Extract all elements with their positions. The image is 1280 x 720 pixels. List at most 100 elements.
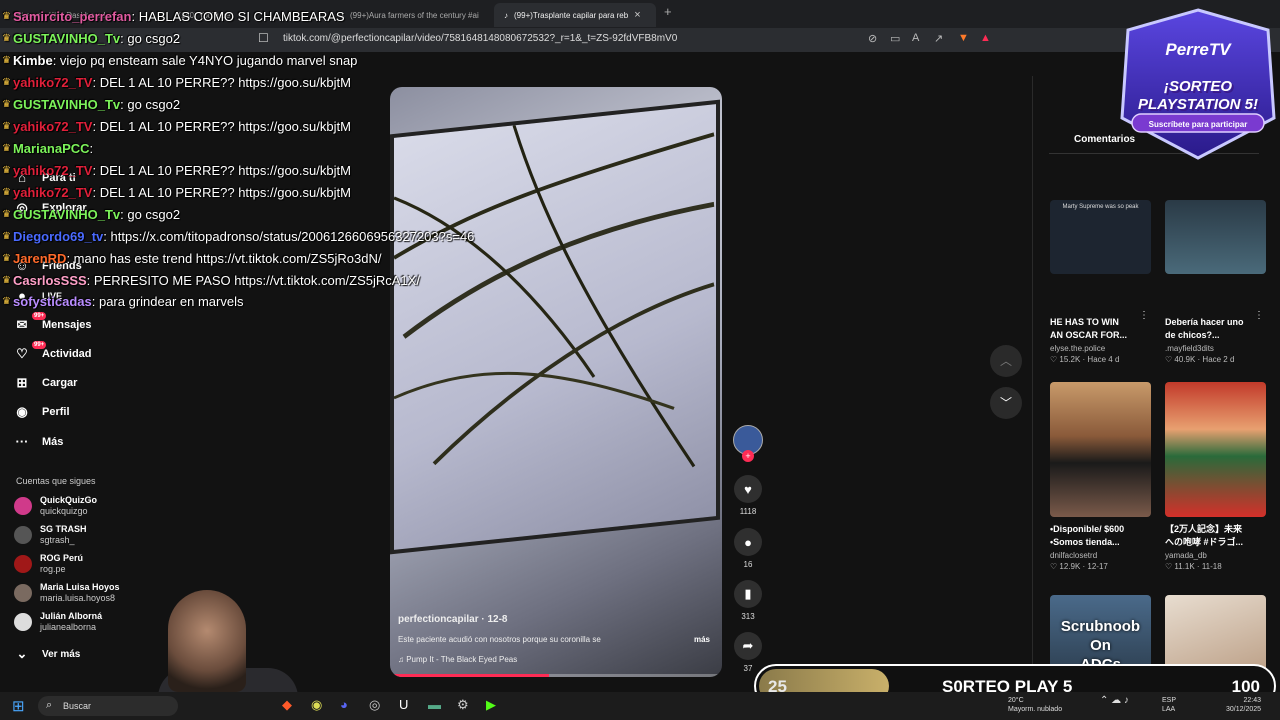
- chat-username: GUSTAVINHO_Tv: [12, 97, 121, 112]
- avatar: [14, 497, 32, 515]
- right-panel: Comentarios Marty Supreme was so peak HE…: [1032, 76, 1280, 690]
- sidebar-item-mas[interactable]: ··· Más: [14, 434, 64, 449]
- chat-text: : DEL 1 AL 10 PERRE?? https://goo.su/kbj…: [92, 75, 351, 90]
- video-card[interactable]: HE HAS TO WIN AN OSCAR FOR... elyse.the.…: [1050, 310, 1151, 364]
- more-button[interactable]: más: [694, 635, 710, 644]
- chat-text: : HABLAS COMO SI CHAMBEARAS: [131, 9, 345, 24]
- chat-badge-icons: ♛: [2, 55, 11, 66]
- ubisoft-icon[interactable]: U: [399, 697, 408, 712]
- next-video-button[interactable]: ﹀: [990, 387, 1022, 419]
- video-card[interactable]: Marty Supreme was so peak: [1050, 200, 1151, 274]
- screen: Stream - Kick Dashboard (140) YouTube ♪(…: [0, 0, 1280, 720]
- chat-message: ♛ JarenRD: mano has este trend https://vt…: [2, 251, 381, 266]
- video-username[interactable]: perfectioncapilar · 12-8: [398, 614, 507, 625]
- tab-aura-farmers[interactable]: ♪ (99+)Aura farmers of the century #ai: [330, 3, 490, 27]
- activity-badge: 99+: [32, 341, 47, 349]
- upload-icon: ⊞: [16, 375, 28, 390]
- address-bar: ☐ tiktok.com/@perfectioncapilar/video/75…: [0, 28, 1280, 52]
- sidebar-item-mensajes[interactable]: ✉ 99+ Mensajes: [14, 312, 92, 333]
- app-icon[interactable]: ⚙: [457, 697, 469, 713]
- following-account[interactable]: QuickQuizGo quickquizgo: [14, 495, 97, 517]
- video-player[interactable]: perfectioncapilar · 12-8 Este paciente a…: [390, 87, 722, 677]
- chat-message: ♛ sofysticadas: para grindear en marvels: [2, 294, 243, 309]
- chat-badge-icons: ♛: [2, 231, 11, 242]
- chat-badge-icons: ♛: [2, 33, 11, 44]
- chevron-up-icon: ︿: [999, 354, 1012, 368]
- new-tab-button[interactable]: +: [664, 4, 672, 19]
- see-more-button[interactable]: ⌄ Ver más: [14, 646, 81, 662]
- video-card[interactable]: [1165, 200, 1266, 274]
- tab-trasplante-capilar[interactable]: ♪ (99+)Trasplante capilar para reb ×: [494, 3, 656, 27]
- following-account[interactable]: Maria Luisa Hoyos maria.luisa.hoyos8: [14, 582, 120, 604]
- chat-username: yahiko72_TV: [12, 75, 93, 90]
- previous-video-button[interactable]: ︿: [990, 345, 1022, 377]
- video-music[interactable]: ♫ Pump It - The Black Eyed Peas: [398, 655, 517, 664]
- like-button[interactable]: ♥ 1118: [730, 475, 766, 516]
- video-frame: [390, 99, 720, 555]
- more-options-icon[interactable]: ⋮: [1139, 310, 1149, 321]
- chat-message: ♛ CasrlosSSS: PERRESITO ME PASO https://v…: [2, 273, 420, 288]
- video-progress-bar[interactable]: [390, 674, 722, 677]
- sidebar-item-cargar[interactable]: ⊞ Cargar: [14, 375, 78, 391]
- chat-badge-icons: ♛: [2, 165, 11, 176]
- taskbar-search[interactable]: ⌕ Buscar: [38, 696, 178, 716]
- following-account[interactable]: SG TRASH sgtrash_: [14, 524, 87, 546]
- chat-username: JarenRD: [12, 251, 67, 266]
- save-button[interactable]: ▮ 313: [730, 580, 766, 621]
- bookmark-icon[interactable]: ☐: [258, 31, 269, 45]
- sidebar-item-actividad[interactable]: ♡ 99+ Actividad: [14, 341, 92, 362]
- chat-username: Diegordo69_tv: [12, 229, 104, 244]
- comment-button[interactable]: ● 16: [730, 528, 766, 569]
- sidebar-item-perfil[interactable]: ◉ Perfil: [14, 404, 69, 420]
- chat-text: : viejo pq ensteam sale Y4NYO jugando ma…: [52, 53, 358, 68]
- avatar: [14, 555, 32, 573]
- tracking-icon[interactable]: ⊘: [868, 32, 877, 45]
- chat-badge-icons: ♛: [2, 121, 11, 132]
- chat-badge-icons: ♛: [2, 99, 11, 110]
- chat-text: : DEL 1 AL 10 PERRE?? https://goo.su/kbj…: [92, 119, 351, 134]
- system-tray-icons[interactable]: ⌃ ☁ ♪: [1100, 696, 1129, 706]
- chat-username: yahiko72_TV: [12, 163, 93, 178]
- steam-icon[interactable]: ◎: [369, 697, 380, 713]
- weather-widget[interactable]: 20°C Mayorm. nublado: [1008, 696, 1062, 714]
- language-indicator[interactable]: ESP LAA: [1162, 696, 1176, 714]
- chat-username: CasrlosSSS: [12, 273, 87, 288]
- share-icon[interactable]: ↗: [934, 32, 943, 45]
- bookmark-icon: ▮: [734, 580, 762, 608]
- app-icon[interactable]: ▬: [428, 697, 441, 712]
- clock[interactable]: 22:43 30/12/2025: [1226, 696, 1261, 714]
- chat-username: Samircito_perrefan: [12, 9, 132, 24]
- kick-icon[interactable]: ▶: [486, 697, 496, 713]
- video-card[interactable]: 【2万人記念】未来 への咆哮 #ドラゴ... yamada_db ♡ 11.1K…: [1165, 382, 1266, 571]
- chat-text: : DEL 1 AL 10 PERRE?? https://goo.su/kbj…: [92, 185, 351, 200]
- chat-message: ♛ yahiko72_TV: DEL 1 AL 10 PERRE?? https:…: [2, 163, 351, 178]
- chat-message: ♛ GUSTAVINHO_Tv: go csgo2: [2, 97, 180, 112]
- translate-icon[interactable]: A: [912, 32, 919, 44]
- url-field[interactable]: tiktok.com/@perfectioncapilar/video/7581…: [283, 33, 677, 44]
- chat-badge-icons: ♛: [2, 143, 11, 154]
- chat-badge-icons: ♛: [2, 11, 11, 22]
- video-card[interactable]: •Disponible/ $600 •Somos tienda... dnilf…: [1050, 382, 1151, 571]
- brave-shield-icon[interactable]: ▼: [958, 32, 969, 44]
- follow-plus-icon[interactable]: +: [742, 450, 754, 462]
- following-account[interactable]: Julián Alborná julianealborna: [14, 611, 102, 633]
- close-tab-icon[interactable]: ×: [634, 9, 640, 21]
- chat-username: yahiko72_TV: [12, 185, 93, 200]
- screen-icon[interactable]: ▭: [890, 32, 900, 45]
- discord-icon[interactable]: ◕: [340, 697, 348, 712]
- chat-message: ♛ Samircito_perrefan: HABLAS COMO SI CHAM…: [2, 9, 345, 24]
- tiktok-icon: ♪: [504, 10, 508, 20]
- share-button[interactable]: ➦ 37: [730, 632, 766, 673]
- avatar: [14, 613, 32, 631]
- video-card[interactable]: Debería hacer uno de chicos?... .mayfiel…: [1165, 310, 1266, 364]
- video-progress-fill: [390, 674, 550, 677]
- brave-browser-icon[interactable]: ◆: [282, 697, 292, 713]
- avatar: [14, 584, 32, 602]
- notification-icon[interactable]: ▲: [980, 32, 991, 44]
- following-account[interactable]: ROG Perú rog.pe: [14, 553, 83, 575]
- app-icon[interactable]: ◉: [311, 697, 322, 713]
- more-options-icon[interactable]: ⋮: [1254, 310, 1264, 321]
- windows-start-icon[interactable]: ⊞: [12, 697, 25, 715]
- chat-badge-icons: ♛: [2, 187, 11, 198]
- windows-taskbar: ⊞ ⌕ Buscar ◆ ◉ ◕ ◎ U ▬ ⚙ ▶ 20°C Mayorm. nu…: [0, 692, 1280, 720]
